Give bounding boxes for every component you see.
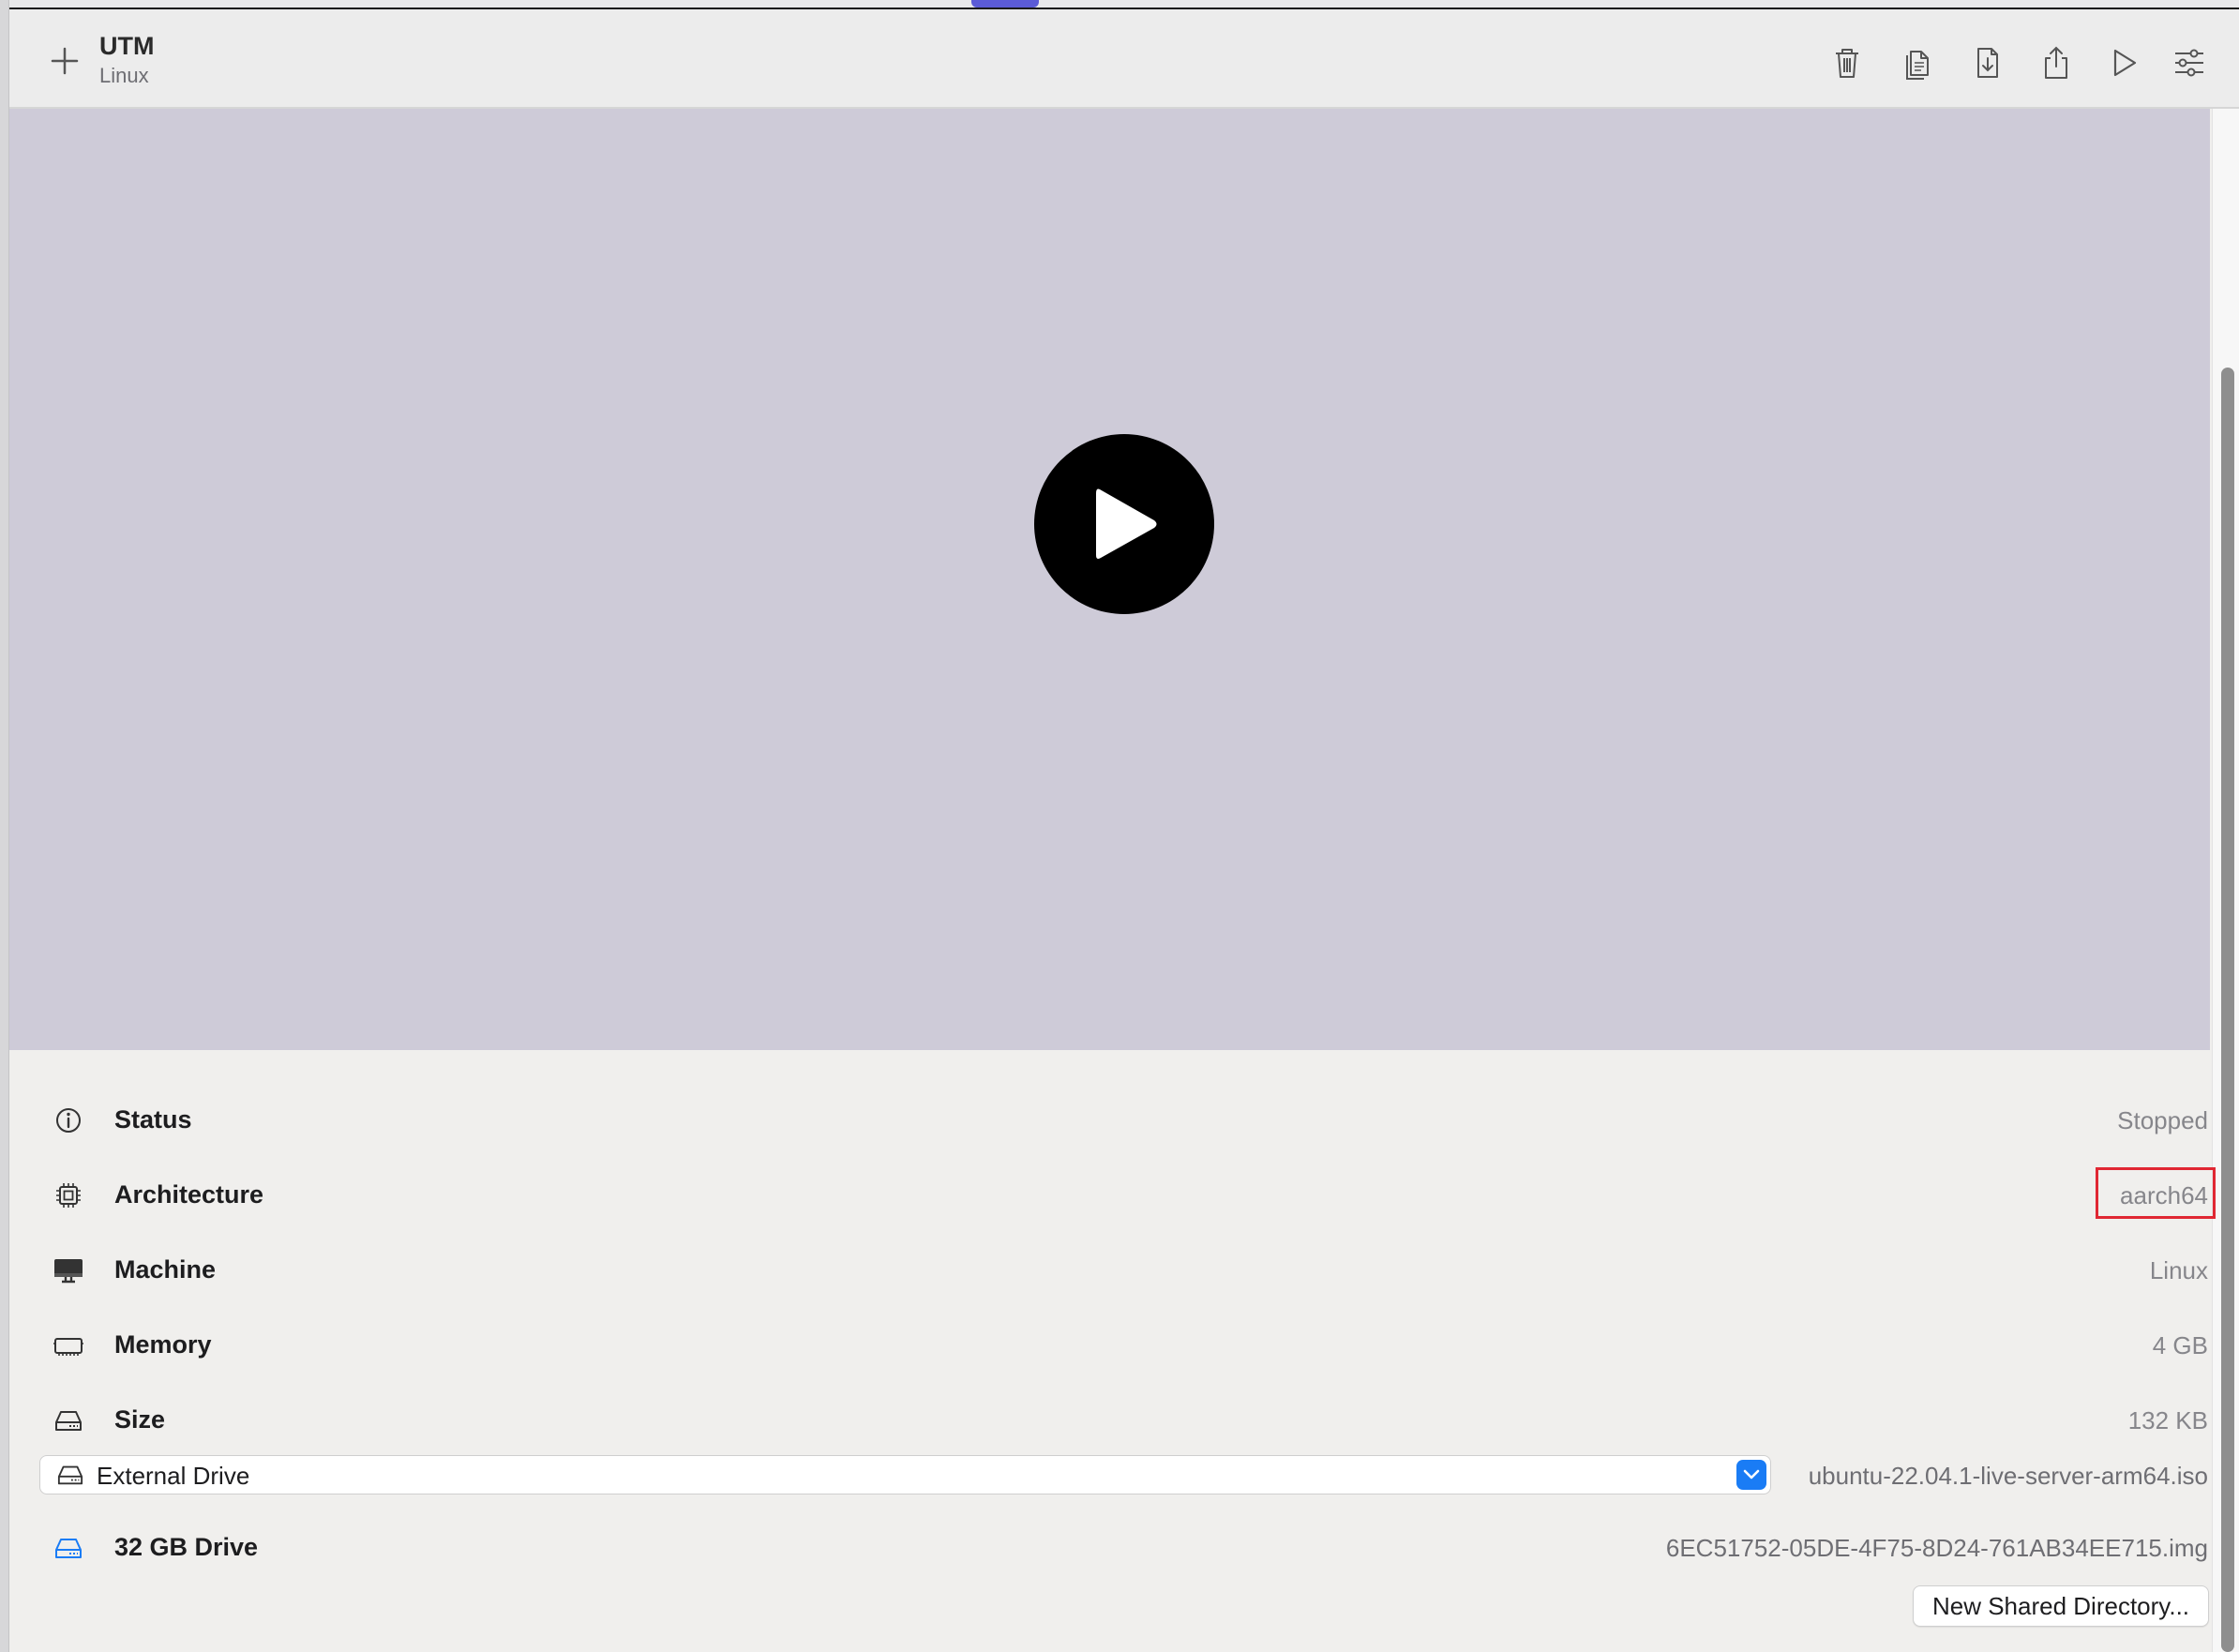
- run-button[interactable]: [2102, 41, 2145, 84]
- vm-screenshot-preview: [9, 109, 2210, 1050]
- drive-label: 32 GB Drive: [114, 1533, 259, 1561]
- memory-label: Memory: [114, 1330, 212, 1359]
- add-vm-button[interactable]: [43, 39, 86, 83]
- removable-drive-file: ubuntu-22.04.1-live-server-arm64.iso: [1808, 1462, 2208, 1490]
- status-value: Stopped: [2117, 1106, 2208, 1134]
- machine-value: Linux: [2149, 1256, 2208, 1284]
- clone-button[interactable]: [1896, 41, 1939, 84]
- chevron-down-icon[interactable]: [1736, 1460, 1766, 1490]
- toolbar: UTM Linux: [9, 9, 2239, 109]
- system-top-strip: [0, 0, 2239, 9]
- clone-icon: [1906, 51, 1929, 80]
- detail-row-memory: Memory 4 GB: [9, 1317, 2210, 1374]
- vm-detail-window: UTM Linux Status Stopped Architecture aa…: [9, 9, 2239, 1652]
- plus-icon: [51, 47, 79, 75]
- highlight-box: [2096, 1167, 2216, 1219]
- export-button[interactable]: [1966, 41, 2009, 84]
- play-icon: [1096, 488, 1157, 559]
- vm-title: UTM: [99, 32, 155, 60]
- architecture-label: Architecture: [114, 1180, 264, 1209]
- download-icon: [1977, 48, 1998, 78]
- info-circle-icon: [52, 1104, 85, 1137]
- detail-row-status: Status Stopped: [9, 1092, 2210, 1149]
- memory-chip-icon: [52, 1329, 85, 1362]
- detail-row-architecture: Architecture aarch64: [9, 1167, 2216, 1224]
- machine-label: Machine: [114, 1255, 217, 1284]
- trash-icon: [1836, 49, 1858, 78]
- start-vm-button[interactable]: [1034, 434, 1214, 614]
- play-icon: [2113, 49, 2137, 77]
- drive-icon: [52, 1531, 85, 1565]
- display-icon: [52, 1254, 85, 1287]
- space-indicator: [971, 0, 1039, 8]
- share-icon: [2045, 46, 2067, 79]
- drive-icon: [57, 1465, 83, 1485]
- removable-drive-selected: External Drive: [97, 1462, 250, 1490]
- new-shared-directory-button[interactable]: New Shared Directory...: [1913, 1585, 2209, 1627]
- detail-row-size: Size 132 KB: [9, 1392, 2210, 1449]
- drive-file: 6EC51752-05DE-4F75-8D24-761AB34EE715.img: [1665, 1534, 2208, 1562]
- sliders-icon: [2175, 49, 2203, 77]
- share-button[interactable]: [2035, 41, 2078, 84]
- removable-drive-select[interactable]: External Drive: [39, 1455, 1771, 1494]
- detail-row-machine: Machine Linux: [9, 1242, 2210, 1299]
- edit-settings-button[interactable]: [2168, 41, 2211, 84]
- size-value: 132 KB: [2127, 1406, 2208, 1434]
- scrollbar-thumb[interactable]: [2221, 368, 2234, 1652]
- drive-icon: [52, 1404, 85, 1437]
- vm-subtitle: Linux: [99, 64, 149, 87]
- left-window-edge: [0, 0, 9, 1652]
- memory-value: 4 GB: [2152, 1331, 2208, 1359]
- delete-button[interactable]: [1826, 41, 1869, 84]
- cpu-chip-icon: [52, 1179, 85, 1212]
- detail-row-drive: 32 GB Drive 6EC51752-05DE-4F75-8D24-761A…: [9, 1520, 2210, 1576]
- size-label: Size: [114, 1405, 166, 1434]
- status-label: Status: [114, 1105, 192, 1134]
